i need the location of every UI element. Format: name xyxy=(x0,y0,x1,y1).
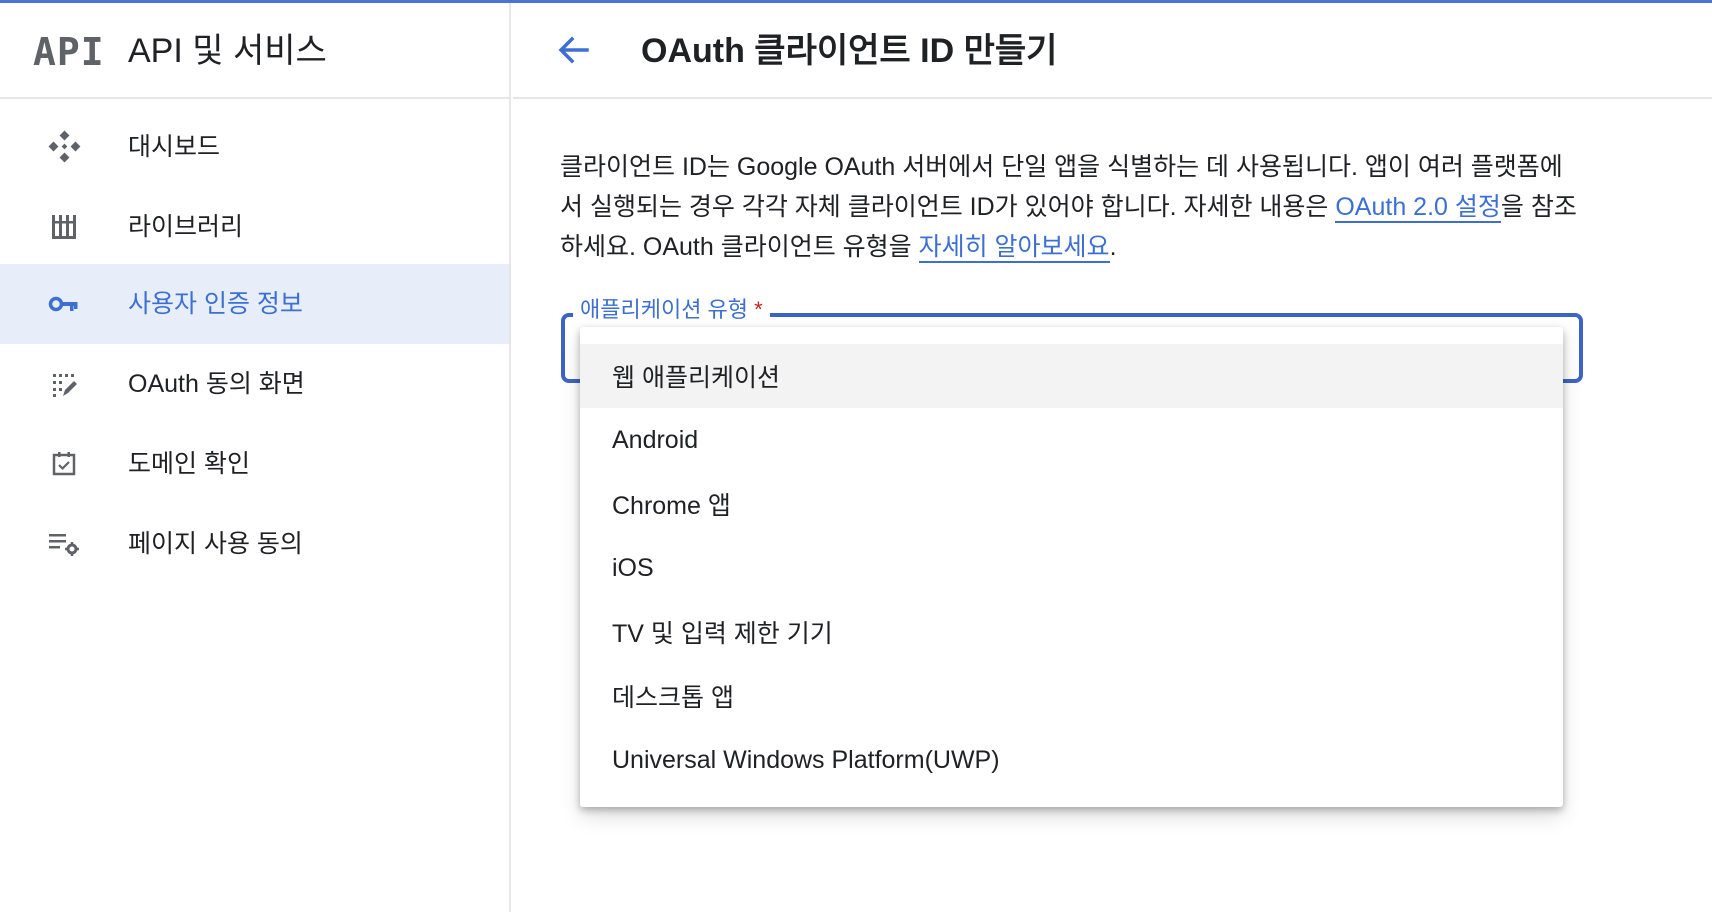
page-title: OAuth 클라이언트 ID 만들기 xyxy=(641,32,1058,70)
option-uwp[interactable]: Universal Windows Platform(UWP) xyxy=(580,728,1563,792)
sidebar-item-domain-verification[interactable]: 도메인 확인 xyxy=(0,424,509,504)
option-android[interactable]: Android xyxy=(580,408,1563,472)
sidebar-item-label: OAuth 동의 화면 xyxy=(128,370,305,398)
checkbox-icon xyxy=(46,446,82,482)
consent-screen-icon xyxy=(46,366,82,402)
back-arrow-icon[interactable] xyxy=(553,30,593,70)
sidebar-item-dashboard[interactable]: 대시보드 xyxy=(0,107,509,187)
key-icon xyxy=(46,286,82,322)
learn-more-link[interactable]: 자세히 알아보세요 xyxy=(918,233,1110,263)
sidebar-item-label: 라이브러리 xyxy=(128,213,244,241)
sidebar-header: API API 및 서비스 xyxy=(0,3,509,99)
sidebar-item-label: 도메인 확인 xyxy=(128,450,250,478)
option-web-application[interactable]: 웹 애플리케이션 xyxy=(580,344,1563,408)
sidebar-title: API 및 서비스 xyxy=(128,32,327,70)
sidebar: API API 및 서비스 대시보드 라이브러리 사용자 인증 정보 OAuth… xyxy=(0,3,511,912)
api-logo: API xyxy=(33,30,105,74)
sidebar-item-credentials[interactable]: 사용자 인증 정보 xyxy=(0,264,509,344)
page-header: OAuth 클라이언트 ID 만들기 xyxy=(513,3,1712,99)
option-desktop-app[interactable]: 데스크톱 앱 xyxy=(580,664,1563,728)
option-ios[interactable]: iOS xyxy=(580,536,1563,600)
sidebar-item-label: 페이지 사용 동의 xyxy=(128,530,303,558)
description-text: 클라이언트 ID는 Google OAuth 서버에서 단일 앱을 식별하는 데… xyxy=(560,147,1580,267)
application-type-label: 애플리케이션 유형 * xyxy=(573,295,770,325)
description-part: . xyxy=(1109,233,1117,261)
library-icon xyxy=(46,209,82,245)
required-mark: * xyxy=(754,297,763,322)
option-tv-limited-input[interactable]: TV 및 입력 제한 기기 xyxy=(580,600,1563,664)
option-chrome-app[interactable]: Chrome 앱 xyxy=(580,472,1563,536)
application-type-dropdown: 웹 애플리케이션 Android Chrome 앱 iOS TV 및 입력 제한… xyxy=(580,327,1563,807)
sidebar-item-oauth-consent[interactable]: OAuth 동의 화면 xyxy=(0,344,509,424)
dashboard-icon xyxy=(46,129,82,165)
sidebar-item-label: 대시보드 xyxy=(128,133,221,161)
application-type-label-text: 애플리케이션 유형 xyxy=(580,297,749,322)
settings-list-icon xyxy=(46,526,82,562)
sidebar-item-label: 사용자 인증 정보 xyxy=(128,290,303,318)
sidebar-item-page-usage-agreement[interactable]: 페이지 사용 동의 xyxy=(0,504,509,584)
oauth-settings-link[interactable]: OAuth 2.0 설정 xyxy=(1335,193,1501,223)
sidebar-item-library[interactable]: 라이브러리 xyxy=(0,187,509,267)
